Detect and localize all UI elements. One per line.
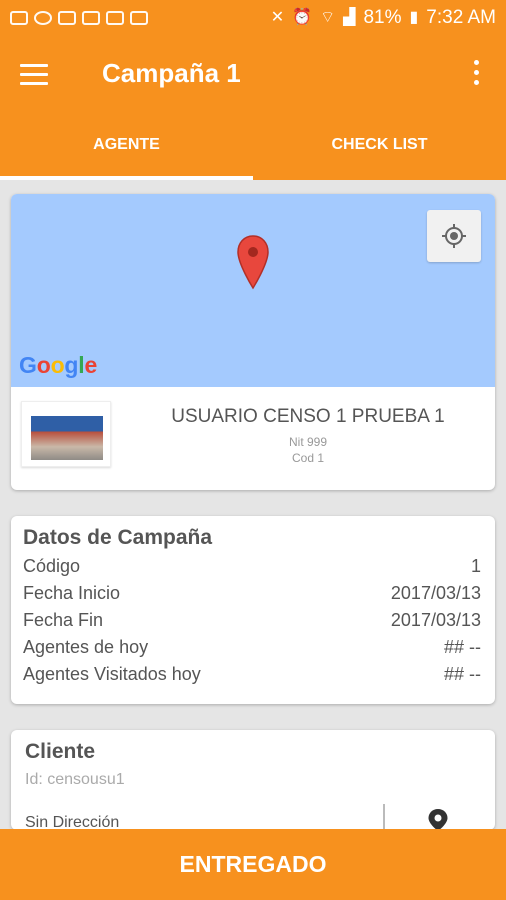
tab-agente[interactable]: AGENTE: [0, 116, 253, 180]
row-label: Fecha Inicio: [23, 583, 121, 603]
row-label: Fecha Fin: [23, 610, 104, 630]
row-value: 1: [470, 556, 481, 576]
campaign-row: Fecha Inicio 2017/03/13: [23, 583, 481, 604]
system-status: ✕ ⏰ ⌔ ▟ 81% ▮ 7:32 AM: [271, 7, 496, 29]
tab-bar: AGENTE CHECK LIST: [0, 116, 506, 180]
my-location-icon: [442, 224, 466, 248]
client-address: Sin Dirección: [25, 814, 120, 830]
mail-icon: [106, 11, 124, 25]
place-icon[interactable]: [427, 808, 449, 830]
tab-check-list[interactable]: CHECK LIST: [253, 116, 506, 180]
wifi-icon: ⌔: [320, 9, 336, 26]
alarm-icon: ⏰: [292, 9, 313, 26]
battery-icon: ▮: [409, 9, 419, 26]
campaign-row: Código 1: [23, 556, 481, 577]
page-title: Campaña 1: [102, 58, 241, 88]
campaign-data-title: Datos de Campaña: [23, 526, 213, 549]
menu-icon[interactable]: [20, 64, 48, 86]
row-value: ## --: [443, 637, 481, 657]
location-pin-icon[interactable]: [236, 234, 270, 290]
agent-nit: Nit 999: [288, 435, 328, 449]
row-value: 2017/03/13: [390, 583, 481, 603]
status-bar: ✕ ⏰ ⌔ ▟ 81% ▮ 7:32 AM: [0, 0, 506, 36]
agent-info[interactable]: USUARIO CENSO 1 PRUEBA 1 Nit 999 Cod 1: [11, 387, 495, 490]
google-logo: Google: [19, 352, 98, 378]
campaign-data-card: Datos de Campaña Código 1 Fecha Inicio 2…: [11, 516, 495, 704]
agent-name: USUARIO CENSO 1 PRUEBA 1: [171, 406, 445, 427]
mail-icon: [82, 11, 100, 25]
row-value: 2017/03/13: [390, 610, 481, 630]
signal-icon: ▟: [343, 9, 356, 26]
campaign-row: Agentes de hoy ## --: [23, 637, 481, 658]
row-value: ## --: [443, 664, 481, 684]
mail-icon: [130, 11, 148, 25]
campaign-row: Fecha Fin 2017/03/13: [23, 610, 481, 631]
my-location-button[interactable]: [427, 210, 481, 262]
whatsapp-icon: [34, 11, 52, 25]
map-view[interactable]: Google: [11, 194, 495, 387]
row-label: Código: [23, 556, 81, 576]
battery-percent: 81%: [363, 7, 402, 28]
app-bar: Campaña 1: [0, 36, 506, 116]
divider: [383, 804, 385, 830]
image-icon: [58, 11, 76, 25]
client-id: Id: censousu1: [25, 771, 125, 788]
campaign-row: Agentes Visitados hoy ## --: [23, 664, 481, 685]
client-title: Cliente: [25, 740, 96, 763]
notification-icon: [10, 11, 28, 25]
agent-card: Google USUARIO CENSO 1 PRUEBA 1 Nit 999 …: [11, 194, 495, 490]
row-label: Agentes de hoy: [23, 637, 149, 657]
row-label: Agentes Visitados hoy: [23, 664, 201, 684]
agent-cod: Cod 1: [291, 451, 325, 465]
entregado-button[interactable]: ENTREGADO: [0, 829, 506, 900]
client-card: Cliente Id: censousu1 Sin Dirección: [11, 730, 495, 830]
overflow-menu-icon[interactable]: [472, 60, 480, 90]
clock: 7:32 AM: [426, 7, 496, 28]
mute-icon: ✕: [270, 9, 285, 26]
agent-photo: [21, 401, 111, 467]
notification-icons: [10, 11, 148, 25]
